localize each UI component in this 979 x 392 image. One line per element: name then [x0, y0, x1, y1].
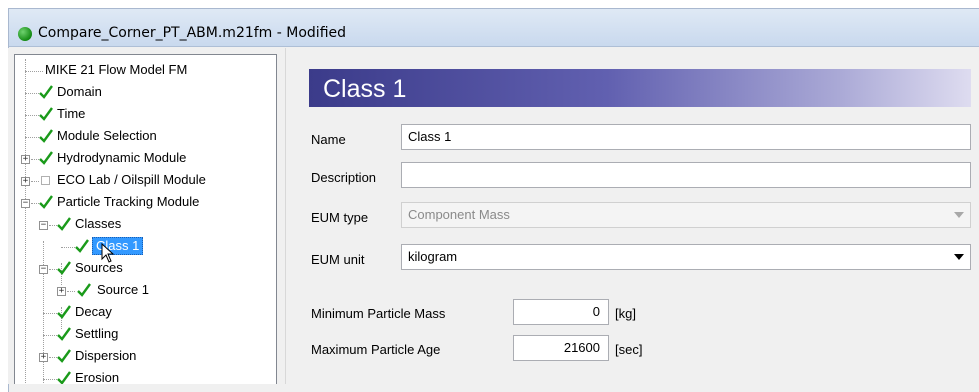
- checkmark-icon: [57, 327, 71, 341]
- tree-item-label: Classes: [75, 216, 122, 231]
- max-particle-age-unit: [sec]: [615, 342, 643, 357]
- unchecked-box-icon: [41, 176, 50, 185]
- tree-item-label: Domain: [57, 84, 102, 99]
- chevron-down-icon: [954, 212, 964, 218]
- properties-panel: Class 1 Name Class 1 Description EUM typ…: [295, 48, 971, 384]
- chevron-down-icon[interactable]: [954, 254, 964, 260]
- eum-type-select: Component Mass: [401, 202, 971, 228]
- checkmark-icon: [39, 195, 53, 209]
- checkmark-icon: [75, 239, 89, 253]
- checkmark-icon: [57, 261, 71, 275]
- tree-item-label: Settling: [75, 326, 119, 341]
- tree-item-label: MIKE 21 Flow Model FM: [45, 62, 188, 77]
- app-status-icon: [18, 27, 32, 41]
- window-title: Compare_Corner_PT_ABM.m21fm - Modified: [38, 25, 347, 41]
- navigation-panel: MIKE 21 Flow Model FM Domain Time Module…: [8, 48, 285, 384]
- collapse-icon[interactable]: −: [39, 221, 48, 230]
- section-header: Class 1: [309, 69, 971, 107]
- tree-item-label-selected: Class 1: [92, 237, 144, 255]
- eum-unit-label: EUM unit: [311, 252, 365, 267]
- collapse-icon[interactable]: −: [21, 199, 30, 208]
- checkmark-icon: [77, 283, 91, 297]
- checkmark-icon: [39, 107, 53, 121]
- min-particle-mass-field[interactable]: 0: [513, 299, 609, 325]
- collapse-icon[interactable]: −: [39, 265, 48, 274]
- tree-item-label: Module Selection: [57, 128, 157, 143]
- checkmark-icon: [39, 85, 53, 99]
- tree-item-label: Decay: [75, 304, 112, 319]
- description-field[interactable]: [401, 162, 971, 188]
- tree-item-label: Time: [57, 106, 86, 121]
- name-field[interactable]: Class 1: [401, 124, 971, 150]
- title-bar[interactable]: Compare_Corner_PT_ABM.m21fm - Modified: [9, 9, 979, 47]
- checkmark-icon: [57, 217, 71, 231]
- expand-icon[interactable]: +: [57, 287, 66, 296]
- max-particle-age-label: Maximum Particle Age: [311, 342, 441, 357]
- tree-item-label: ECO Lab / Oilspill Module: [57, 172, 206, 187]
- tree-item-label: Particle Tracking Module: [57, 194, 200, 209]
- section-title: Class 1: [323, 75, 407, 103]
- tree-item-label: Erosion: [75, 370, 120, 384]
- tree-item-label: Dispersion: [75, 348, 137, 363]
- expand-icon[interactable]: +: [21, 155, 30, 164]
- tree-item-label: Hydrodynamic Module: [57, 150, 187, 165]
- eum-unit-select[interactable]: kilogram: [401, 244, 971, 270]
- min-particle-mass-label: Minimum Particle Mass: [311, 306, 446, 321]
- name-label: Name: [311, 132, 346, 147]
- panel-splitter[interactable]: [285, 48, 293, 384]
- checkmark-icon: [39, 151, 53, 165]
- tree-item-label: Sources: [75, 260, 123, 275]
- checkmark-icon: [57, 349, 71, 363]
- min-particle-mass-unit: [kg]: [615, 306, 636, 321]
- eum-type-value: Component Mass: [408, 207, 510, 222]
- tree-item-label: Source 1: [97, 282, 150, 297]
- expand-icon[interactable]: +: [21, 177, 30, 186]
- description-label: Description: [311, 170, 377, 185]
- max-particle-age-field[interactable]: 21600: [513, 335, 609, 361]
- checkmark-icon: [57, 371, 71, 384]
- expand-icon[interactable]: +: [39, 353, 48, 362]
- checkmark-icon: [57, 305, 71, 319]
- setup-tree[interactable]: MIKE 21 Flow Model FM Domain Time Module…: [14, 54, 277, 384]
- checkmark-icon: [39, 129, 53, 143]
- eum-unit-value: kilogram: [408, 249, 458, 264]
- eum-type-label: EUM type: [311, 210, 369, 225]
